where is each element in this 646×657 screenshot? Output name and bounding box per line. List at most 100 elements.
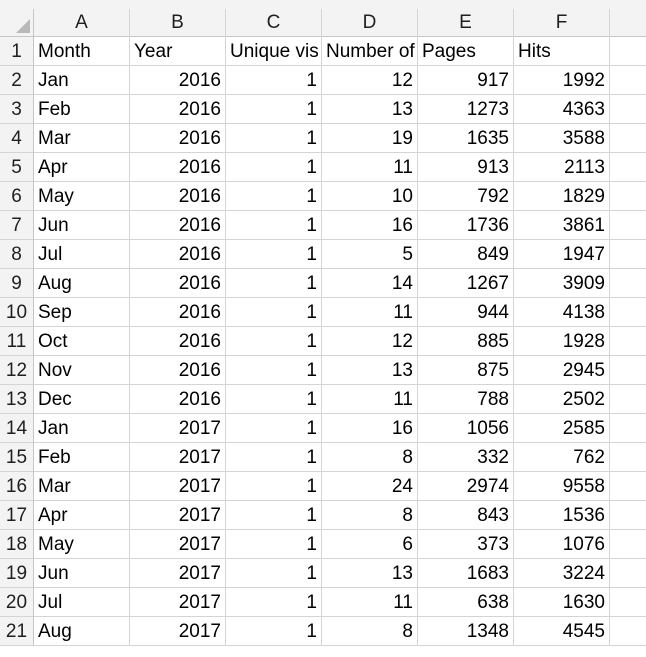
cell[interactable]: 885 — [418, 327, 514, 356]
cell[interactable]: 913 — [418, 153, 514, 182]
cell[interactable]: 2017 — [130, 443, 226, 472]
cell[interactable]: 2016 — [130, 182, 226, 211]
cell[interactable]: 9558 — [514, 472, 610, 501]
column-header-extra[interactable] — [610, 9, 646, 37]
row-header[interactable]: 11 — [0, 327, 33, 356]
cell[interactable]: 1736 — [418, 211, 514, 240]
cell[interactable]: 2502 — [514, 385, 610, 414]
cell[interactable]: 5 — [322, 240, 418, 269]
cell[interactable]: 1683 — [418, 559, 514, 588]
cell[interactable] — [610, 211, 646, 240]
cell[interactable]: Aug — [34, 269, 130, 298]
cell[interactable]: 1 — [226, 298, 322, 327]
cell[interactable]: Sep — [34, 298, 130, 327]
cell[interactable]: 6 — [322, 530, 418, 559]
cell[interactable] — [610, 182, 646, 211]
cell[interactable] — [610, 588, 646, 617]
column-header-e[interactable]: E — [418, 9, 514, 37]
cell[interactable]: 762 — [514, 443, 610, 472]
cell[interactable]: 16 — [322, 414, 418, 443]
cell[interactable]: 14 — [322, 269, 418, 298]
cell[interactable]: 1 — [226, 182, 322, 211]
cell[interactable]: 2016 — [130, 327, 226, 356]
cell[interactable]: Jan — [34, 414, 130, 443]
cell[interactable]: Year — [130, 37, 226, 66]
cell[interactable]: 1 — [226, 211, 322, 240]
cell[interactable]: 1 — [226, 530, 322, 559]
cell[interactable]: 16 — [322, 211, 418, 240]
cell[interactable]: 2016 — [130, 153, 226, 182]
cell[interactable]: 2016 — [130, 124, 226, 153]
cell[interactable]: 1 — [226, 95, 322, 124]
cell[interactable]: 10 — [322, 182, 418, 211]
cell[interactable]: 2113 — [514, 153, 610, 182]
cell[interactable]: May — [34, 530, 130, 559]
cell[interactable]: Jun — [34, 211, 130, 240]
cell[interactable]: Dec — [34, 385, 130, 414]
cell[interactable]: 1076 — [514, 530, 610, 559]
cell[interactable] — [610, 414, 646, 443]
cell[interactable]: 638 — [418, 588, 514, 617]
cell[interactable]: 1 — [226, 356, 322, 385]
cell[interactable]: 849 — [418, 240, 514, 269]
cell[interactable] — [610, 240, 646, 269]
cell[interactable]: 944 — [418, 298, 514, 327]
cell[interactable]: 1 — [226, 588, 322, 617]
cell[interactable]: 2017 — [130, 617, 226, 646]
cell[interactable]: 3861 — [514, 211, 610, 240]
row-header[interactable]: 15 — [0, 443, 33, 472]
cell[interactable]: 1 — [226, 269, 322, 298]
row-header[interactable]: 16 — [0, 472, 33, 501]
cell[interactable] — [610, 617, 646, 646]
cell[interactable]: 4363 — [514, 95, 610, 124]
cell[interactable]: May — [34, 182, 130, 211]
cell[interactable]: Month — [34, 37, 130, 66]
cell[interactable]: 4138 — [514, 298, 610, 327]
cell[interactable] — [610, 501, 646, 530]
cell[interactable]: 3909 — [514, 269, 610, 298]
cell[interactable]: 2016 — [130, 269, 226, 298]
cell[interactable]: Unique vis — [226, 37, 322, 66]
cell[interactable] — [610, 37, 646, 66]
row-header[interactable]: 5 — [0, 153, 33, 182]
cell[interactable]: 843 — [418, 501, 514, 530]
cell[interactable] — [610, 269, 646, 298]
row-header[interactable]: 2 — [0, 66, 33, 95]
cell[interactable] — [610, 385, 646, 414]
cell[interactable]: 1928 — [514, 327, 610, 356]
cell[interactable]: 11 — [322, 153, 418, 182]
cell[interactable]: 11 — [322, 298, 418, 327]
row-header[interactable]: 21 — [0, 617, 33, 646]
cell[interactable]: Jan — [34, 66, 130, 95]
cell[interactable]: 1536 — [514, 501, 610, 530]
cell[interactable]: 1 — [226, 472, 322, 501]
cell[interactable]: 2017 — [130, 501, 226, 530]
cell[interactable]: 373 — [418, 530, 514, 559]
cell[interactable]: 2017 — [130, 588, 226, 617]
cell[interactable]: Jun — [34, 559, 130, 588]
cell[interactable]: 24 — [322, 472, 418, 501]
row-header[interactable]: 12 — [0, 356, 33, 385]
cell[interactable]: Nov — [34, 356, 130, 385]
row-header[interactable]: 14 — [0, 414, 33, 443]
cell[interactable]: 2017 — [130, 472, 226, 501]
column-header-f[interactable]: F — [514, 9, 610, 37]
cell[interactable]: Hits — [514, 37, 610, 66]
cell[interactable] — [610, 95, 646, 124]
cell[interactable]: 12 — [322, 66, 418, 95]
cell[interactable]: 332 — [418, 443, 514, 472]
column-header-b[interactable]: B — [130, 9, 226, 37]
cell[interactable]: 13 — [322, 356, 418, 385]
cell[interactable]: 3588 — [514, 124, 610, 153]
cell[interactable]: 1 — [226, 66, 322, 95]
cell[interactable]: 13 — [322, 559, 418, 588]
cell[interactable]: 1 — [226, 153, 322, 182]
cell[interactable]: 8 — [322, 501, 418, 530]
column-header-a[interactable]: A — [34, 9, 130, 37]
cell[interactable] — [610, 153, 646, 182]
cell[interactable]: 1 — [226, 501, 322, 530]
cell[interactable] — [610, 443, 646, 472]
cell[interactable]: Feb — [34, 443, 130, 472]
cell[interactable]: 788 — [418, 385, 514, 414]
row-header[interactable]: 20 — [0, 588, 33, 617]
